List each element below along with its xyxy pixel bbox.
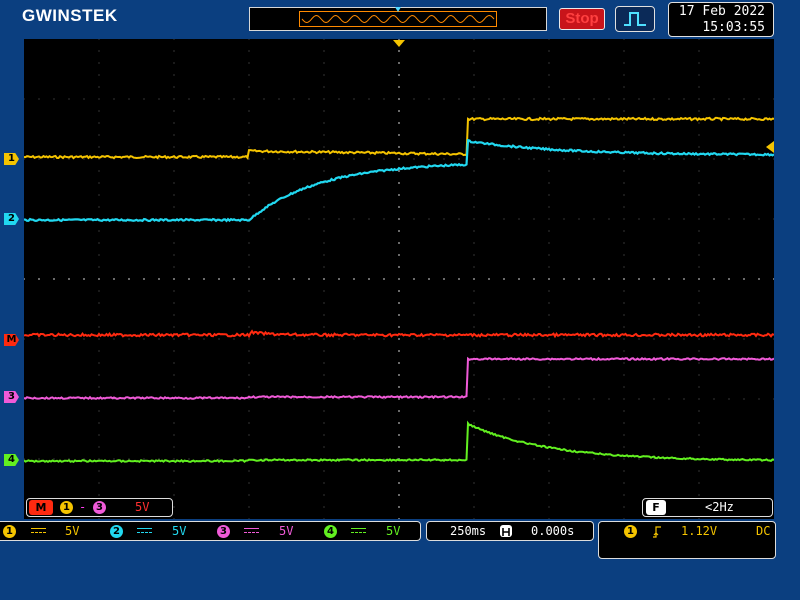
- ch1-offset-marker[interactable]: 1: [4, 153, 19, 165]
- graticule-grid: [24, 39, 774, 519]
- ch3-offset-marker[interactable]: 3: [4, 391, 19, 403]
- trigger-level: 1.12V: [681, 524, 718, 538]
- brand-logo: GWINSTEK: [22, 6, 118, 25]
- waveform-display: [24, 39, 774, 519]
- run-stop-button[interactable]: Stop: [559, 8, 605, 30]
- frequency-counter-box[interactable]: F <2Hz: [642, 498, 773, 517]
- rising-edge-icon: [653, 526, 661, 538]
- time-text: 15:03:55: [702, 20, 765, 35]
- math-info-box[interactable]: M 1 - 3 5V: [26, 498, 173, 517]
- ch3-badge-icon[interactable]: 3: [217, 525, 230, 538]
- math-offset-marker[interactable]: M: [4, 334, 19, 346]
- ch1-badge-icon[interactable]: 1: [3, 525, 16, 538]
- math-operator: -: [79, 500, 87, 514]
- math-badge: M: [29, 500, 53, 515]
- trigger-level-marker-icon: [766, 141, 774, 153]
- overview-trigger-marker-icon: [395, 7, 401, 12]
- timebase-position: 0.000s: [531, 524, 575, 538]
- timebase-box[interactable]: 250ms 0.000s: [426, 521, 594, 541]
- ch2-dc-coupling-icon: [137, 528, 152, 534]
- ch3-trace: [24, 356, 774, 400]
- math-source-a-icon: 1: [60, 501, 73, 514]
- h-position-icon: [500, 525, 512, 537]
- math-scale: 5V: [135, 500, 150, 514]
- waveform-graticule: [24, 39, 774, 519]
- single-pulse-icon: [624, 12, 646, 26]
- ch4-scale[interactable]: 5V: [386, 522, 400, 540]
- ch4-offset-marker[interactable]: 4: [4, 454, 19, 466]
- trigger-mode-button[interactable]: [615, 6, 655, 32]
- trigger-position-marker-icon: [393, 40, 405, 47]
- run-state-label: Stop: [565, 10, 599, 27]
- ch2-badge-icon[interactable]: 2: [110, 525, 123, 538]
- ch3-scale[interactable]: 5V: [279, 522, 293, 540]
- waveform-overview: [249, 7, 547, 31]
- trigger-source-icon: 1: [624, 525, 637, 538]
- trigger-info-box[interactable]: 1 1.12V DC: [598, 521, 776, 559]
- math-trace: [24, 329, 774, 339]
- ch2-offset-marker[interactable]: 2: [4, 213, 19, 225]
- datetime-display: 17 Feb 2022 15:03:55: [668, 2, 774, 37]
- frequency-value: <2Hz: [705, 500, 734, 514]
- overview-window: [299, 11, 497, 27]
- ch1-scale[interactable]: 5V: [65, 522, 79, 540]
- ch2-scale[interactable]: 5V: [172, 522, 186, 540]
- ch3-dc-coupling-icon: [244, 528, 259, 534]
- trigger-coupling: DC: [756, 524, 771, 538]
- math-source-b-icon: 3: [93, 501, 106, 514]
- frequency-badge: F: [646, 500, 666, 515]
- date-text: 17 Feb 2022: [678, 4, 765, 19]
- ch4-trace: [24, 420, 774, 464]
- ch4-dc-coupling-icon: [351, 528, 366, 534]
- timebase-scale: 250ms: [450, 524, 487, 538]
- ch4-badge-icon[interactable]: 4: [324, 525, 337, 538]
- ch1-dc-coupling-icon: [31, 528, 46, 534]
- channel-scale-bar: 1 5V 2 5V 3 5V 4 5V: [0, 521, 421, 541]
